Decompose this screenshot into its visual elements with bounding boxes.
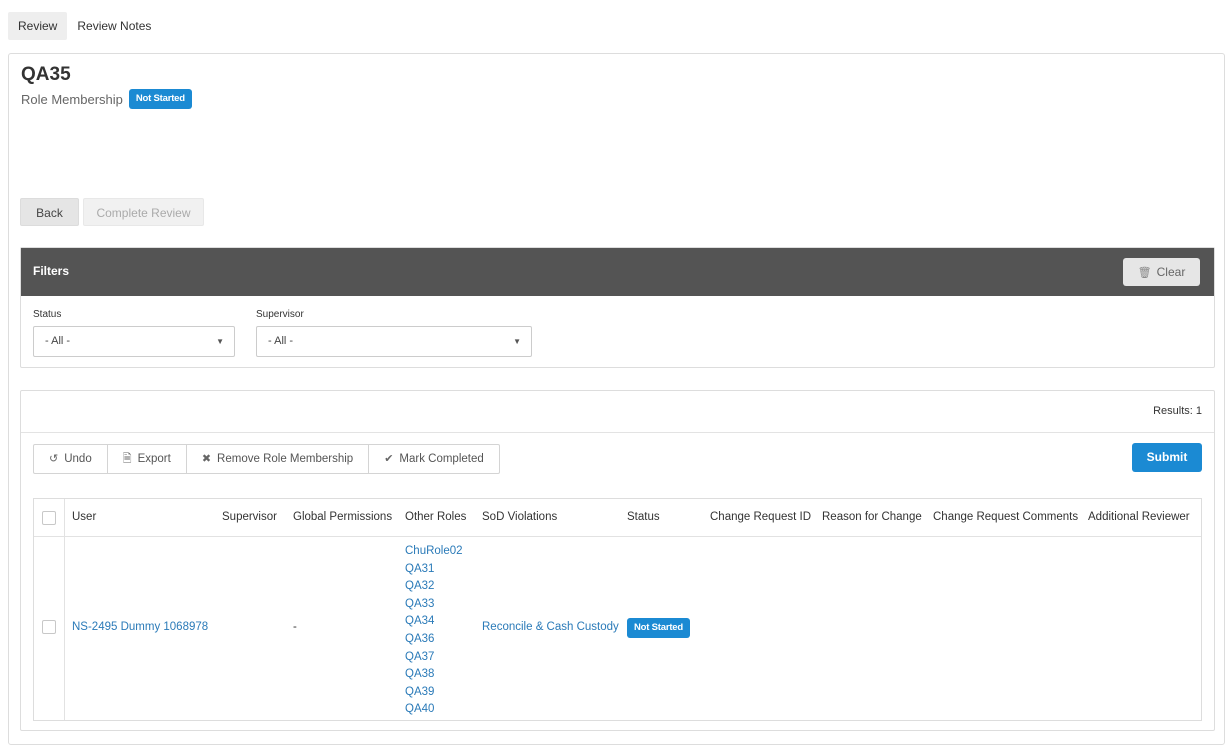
- x-icon: ✖: [201, 453, 212, 465]
- row-status-cell: Not Started: [627, 618, 690, 638]
- column-header-user[interactable]: User: [72, 511, 96, 523]
- mark-label: Mark Completed: [399, 453, 484, 465]
- status-filter-select[interactable]: - All - ▼: [33, 326, 235, 357]
- supervisor-filter-label: Supervisor: [256, 309, 304, 320]
- role-link[interactable]: QA40: [405, 701, 463, 719]
- column-header-change-request-id[interactable]: Change Request ID: [710, 511, 811, 523]
- role-link[interactable]: QA37: [405, 649, 463, 667]
- other-roles-list: ChuRole02 QA31 QA32 QA33 QA34 QA36 QA37 …: [405, 543, 463, 719]
- submit-button[interactable]: Submit: [1132, 443, 1202, 472]
- column-header-change-request-comments[interactable]: Change Request Comments: [933, 511, 1078, 523]
- role-link[interactable]: QA34: [405, 613, 463, 631]
- column-header-global-permissions[interactable]: Global Permissions: [293, 511, 392, 523]
- filters-title: Filters: [33, 264, 70, 278]
- review-type-label: Role Membership: [21, 91, 123, 107]
- caret-down-icon: ▼: [216, 337, 224, 346]
- row-status-badge: Not Started: [627, 618, 690, 638]
- filters-panel: Filters 🗑︎ Clear Status - All - ▼ Supervi…: [20, 247, 1215, 368]
- remove-label: Remove Role Membership: [217, 453, 354, 465]
- role-link[interactable]: QA31: [405, 561, 463, 579]
- sod-violation-link[interactable]: Reconcile & Cash Custody: [482, 621, 619, 633]
- page-subtitle: Role Membership Not Started: [21, 89, 192, 109]
- page-title: QA35: [21, 64, 71, 85]
- results-table: User Supervisor Global Permissions Other…: [33, 498, 1202, 721]
- role-link[interactable]: ChuRole02: [405, 543, 463, 561]
- export-button[interactable]: 🗎︎ Export: [108, 445, 187, 473]
- filters-header: Filters 🗑︎ Clear: [21, 248, 1214, 296]
- select-all-checkbox[interactable]: [42, 511, 56, 525]
- status-filter-value: - All -: [45, 335, 71, 347]
- results-count: Results: 1: [1153, 405, 1202, 417]
- mark-completed-button[interactable]: ✔ Mark Completed: [369, 445, 499, 473]
- caret-down-icon: ▼: [513, 337, 521, 346]
- role-link[interactable]: QA32: [405, 578, 463, 596]
- undo-label: Undo: [64, 453, 92, 465]
- tab-bar: Review Review Notes: [8, 12, 161, 40]
- column-header-reason-for-change[interactable]: Reason for Change: [822, 511, 922, 523]
- clear-button[interactable]: 🗑︎ Clear: [1123, 258, 1200, 286]
- review-panel: QA35 Role Membership Not Started Back Co…: [8, 53, 1225, 745]
- column-header-sod-violations[interactable]: SoD Violations: [482, 511, 557, 523]
- remove-role-membership-button[interactable]: ✖ Remove Role Membership: [187, 445, 370, 473]
- results-panel: Results: 1 ↺ Undo 🗎︎ Export ✖ Remove Role M…: [20, 390, 1215, 731]
- action-toolbar: ↺ Undo 🗎︎ Export ✖ Remove Role Membership ✔…: [33, 444, 500, 474]
- table-header: User Supervisor Global Permissions Other…: [34, 499, 1201, 537]
- column-header-other-roles[interactable]: Other Roles: [405, 511, 466, 523]
- global-permissions-value: -: [293, 621, 297, 633]
- file-export-icon: 🗎︎: [122, 453, 132, 465]
- role-link[interactable]: QA36: [405, 631, 463, 649]
- role-link[interactable]: QA33: [405, 596, 463, 614]
- role-link[interactable]: QA39: [405, 684, 463, 702]
- row-checkbox[interactable]: [42, 620, 56, 634]
- role-link[interactable]: QA38: [405, 666, 463, 684]
- undo-button[interactable]: ↺ Undo: [34, 445, 108, 473]
- user-link[interactable]: NS-2495 Dummy 1068978: [72, 621, 208, 633]
- trash-icon: 🗑︎: [1137, 267, 1152, 279]
- status-filter-label: Status: [33, 309, 62, 320]
- checkmark-icon: ✔: [384, 453, 394, 465]
- back-button[interactable]: Back: [20, 198, 79, 226]
- export-label: Export: [137, 453, 171, 465]
- tab-review-notes[interactable]: Review Notes: [67, 12, 161, 40]
- column-header-status[interactable]: Status: [627, 511, 660, 523]
- tab-review[interactable]: Review: [8, 12, 68, 40]
- column-header-additional-reviewer[interactable]: Additional Reviewer: [1088, 511, 1190, 523]
- complete-review-button[interactable]: Complete Review: [83, 198, 204, 226]
- column-header-supervisor[interactable]: Supervisor: [222, 511, 277, 523]
- results-divider: [21, 432, 1214, 433]
- supervisor-filter-value: - All -: [268, 335, 294, 347]
- supervisor-filter-select[interactable]: - All - ▼: [256, 326, 532, 357]
- status-badge: Not Started: [128, 89, 192, 109]
- clear-label: Clear: [1156, 265, 1186, 279]
- undo-icon: ↺: [49, 453, 59, 465]
